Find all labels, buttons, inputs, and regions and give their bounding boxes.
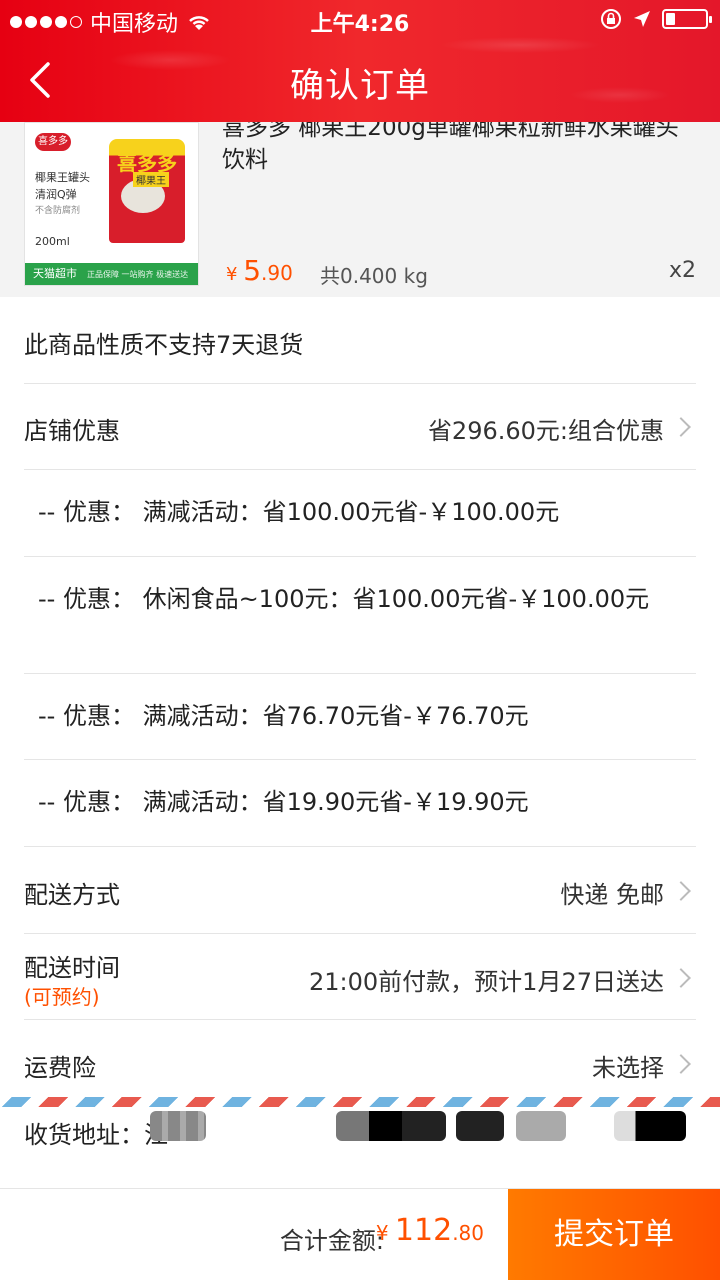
chevron-right-icon — [671, 417, 691, 437]
tmall-strip-sub: 正品保障 一站购齐 极速送达 — [87, 270, 189, 279]
tmall-strip-label: 天猫超市 — [33, 267, 77, 280]
shipping-insurance-label: 运费险 — [24, 1054, 96, 1082]
product-name: 喜多多 椰果王200g单罐椰果粒新鲜水果罐头饮料 — [222, 122, 679, 173]
location-icon — [634, 11, 650, 27]
store-discount-value: 省296.60元:组合优惠 — [427, 417, 664, 445]
product-weight: 共0.400 kg — [320, 264, 428, 288]
page-title: 确认订单 — [290, 66, 430, 106]
delivery-time-row[interactable]: 配送时间 (可预约) 21:00前付款，预计1月27日送达 — [24, 934, 696, 1020]
total-amount-dec: .80 — [452, 1221, 484, 1245]
status-bar: 中国移动 上午4:26 — [0, 0, 720, 40]
image-line2: 清润Q弹 — [35, 188, 77, 201]
status-right — [600, 8, 712, 30]
promo-text: -- 优惠： 休闲食品~100元：省100.00元省-￥100.00元 — [38, 585, 650, 613]
brand-logo: 喜多多 — [35, 133, 71, 151]
promo-row: -- 优惠： 满减活动：省19.90元省-￥19.90元 — [24, 760, 696, 847]
return-notice-row: 此商品性质不支持7天退货 — [24, 297, 696, 384]
rotation-lock-icon — [601, 9, 621, 29]
battery-icon — [662, 9, 712, 29]
product-quantity: x2 — [668, 258, 696, 283]
redaction-mask — [614, 1111, 686, 1141]
product-image: 喜多多 椰果王罐头 清润Q弹 不含防腐剂 200ml 喜多多 椰果王 天猫超市正… — [24, 122, 199, 286]
address-label-text: 收货地址： — [24, 1121, 144, 1149]
delivery-time-value: 21:00前付款，预计1月27日送达 — [309, 968, 664, 996]
return-notice: 此商品性质不支持7天退货 — [24, 331, 304, 359]
order-rows: 此商品性质不支持7天退货 店铺优惠 省296.60元:组合优惠 -- 优惠： 满… — [0, 297, 720, 1100]
promo-text: -- 优惠： 满减活动：省76.70元省-￥76.70元 — [38, 702, 529, 730]
redaction-mask — [336, 1111, 446, 1141]
chevron-right-icon — [671, 1054, 691, 1074]
price-currency: ¥ — [226, 264, 238, 285]
delivery-time-sub: (可预约) — [24, 985, 100, 1009]
tmall-strip: 天猫超市 正品保障 一站购齐 极速送达 — [25, 263, 198, 285]
nav-bar: 确认订单 — [0, 40, 720, 122]
promo-row: -- 优惠： 休闲食品~100元：省100.00元省-￥100.00元 — [24, 557, 696, 674]
delivery-time-label: 配送时间 — [24, 954, 120, 982]
image-line3: 不含防腐剂 — [35, 206, 81, 216]
product-card[interactable]: 喜多多 椰果王罐头 清润Q弹 不含防腐剂 200ml 喜多多 椰果王 天猫超市正… — [0, 122, 720, 297]
promo-text: -- 优惠： 满减活动：省19.90元省-￥19.90元 — [38, 788, 529, 816]
total-currency: ¥ — [375, 1221, 389, 1245]
product-price: ¥ 5.90 — [226, 254, 293, 287]
header-bar: 中国移动 上午4:26 确认订单 — [0, 0, 720, 122]
redaction-mask — [456, 1111, 504, 1141]
address-section[interactable]: 收货地址：江 — [0, 1097, 720, 1187]
can-sub-label: 椰果王 — [133, 172, 169, 187]
redaction-mask — [150, 1111, 206, 1141]
chevron-right-icon — [671, 968, 691, 988]
price-dec: .90 — [261, 261, 293, 285]
redaction-mask — [516, 1111, 566, 1141]
promo-row: -- 优惠： 满减活动：省100.00元省-￥100.00元 — [24, 470, 696, 557]
total-amount: ¥ 112.80 — [376, 1213, 484, 1248]
promo-row: -- 优惠： 满减活动：省76.70元省-￥76.70元 — [24, 674, 696, 760]
store-discount-label: 店铺优惠 — [24, 417, 120, 445]
bottom-bar: 合计金额: ¥ 112.80 提交订单 — [0, 1188, 720, 1280]
promo-text: -- 优惠： 满减活动：省100.00元省-￥100.00元 — [38, 498, 560, 526]
delivery-method-row[interactable]: 配送方式 快递 免邮 — [24, 847, 696, 934]
price-int: 5 — [243, 254, 262, 287]
total-label: 合计金额: — [279, 1227, 384, 1255]
image-volume: 200ml — [35, 235, 70, 248]
delivery-method-value: 快递 免邮 — [560, 881, 664, 909]
total-amount-int: 112 — [394, 1213, 453, 1248]
submit-order-button[interactable]: 提交订单 — [508, 1189, 720, 1280]
delivery-method-label: 配送方式 — [24, 881, 120, 909]
shipping-insurance-value: 未选择 — [592, 1054, 664, 1082]
store-discount-row[interactable]: 店铺优惠 省296.60元:组合优惠 — [24, 384, 696, 470]
image-line1: 椰果王罐头 — [35, 171, 90, 184]
shipping-insurance-row[interactable]: 运费险 未选择 — [24, 1020, 696, 1100]
airmail-border — [0, 1097, 720, 1107]
chevron-right-icon — [671, 881, 691, 901]
